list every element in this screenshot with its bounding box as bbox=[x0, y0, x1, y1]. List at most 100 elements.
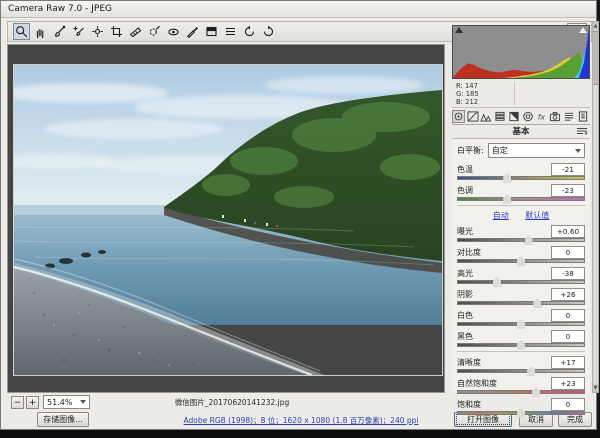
window-title: Camera Raw 7.0 - JPEG bbox=[8, 4, 112, 14]
zoom-level-select[interactable]: 51.4% bbox=[43, 395, 90, 409]
histogram[interactable] bbox=[452, 25, 590, 79]
white-balance-row: 白平衡: 自定 bbox=[457, 143, 585, 158]
tab-detail[interactable] bbox=[480, 110, 493, 123]
scroll-down-icon[interactable]: ▼ bbox=[593, 384, 598, 392]
slider-value-input[interactable]: -23 bbox=[551, 184, 585, 197]
g-value: 185 bbox=[466, 90, 479, 98]
spot-removal-tool-icon[interactable] bbox=[146, 23, 163, 40]
slider-track[interactable] bbox=[457, 390, 585, 394]
slider-label: 色调 bbox=[457, 185, 473, 196]
slider-track[interactable] bbox=[457, 322, 585, 326]
tab-basic[interactable] bbox=[452, 110, 465, 123]
panel-title: 基本 bbox=[512, 127, 529, 137]
window-titlebar[interactable]: Camera Raw 7.0 - JPEG bbox=[1, 1, 596, 18]
panel-tabs: fx bbox=[452, 109, 590, 125]
preview-area[interactable] bbox=[7, 44, 445, 393]
zoom-in-button[interactable]: + bbox=[26, 396, 39, 409]
slider-value-input[interactable]: 0 bbox=[551, 398, 585, 411]
tab-hsl-grayscale[interactable] bbox=[494, 110, 507, 123]
adjustment-brush-tool-icon[interactable] bbox=[184, 23, 201, 40]
white-balance-tool-icon[interactable] bbox=[51, 23, 68, 40]
straighten-tool-icon[interactable] bbox=[127, 23, 144, 40]
graduated-filter-tool-icon[interactable] bbox=[203, 23, 220, 40]
right-panel: R: 147 G: 185 B: 212 bbox=[450, 21, 591, 393]
slider-track[interactable] bbox=[457, 369, 585, 373]
scrollbar-thumb[interactable] bbox=[593, 31, 598, 85]
tab-camera-calibration[interactable] bbox=[549, 110, 562, 123]
tab-presets[interactable] bbox=[563, 110, 576, 123]
chevron-down-icon bbox=[575, 149, 581, 153]
r-label: R: bbox=[456, 82, 463, 90]
crop-tool-icon[interactable] bbox=[108, 23, 125, 40]
slider-value-input[interactable]: +0.60 bbox=[551, 225, 585, 238]
slider-whites: 白色0 bbox=[457, 309, 585, 326]
slider-blacks: 黑色 0 bbox=[457, 330, 585, 347]
svg-text:fx: fx bbox=[537, 112, 545, 121]
rotate-left-icon[interactable] bbox=[241, 23, 258, 40]
filename-label: 微信图片_20170620141232.jpg bbox=[97, 397, 367, 408]
slider-label: 清晰度 bbox=[457, 357, 481, 368]
tab-snapshots[interactable] bbox=[576, 110, 589, 123]
camera-raw-window: Camera Raw 7.0 - JPEG bbox=[0, 0, 597, 430]
slider-label: 色温 bbox=[457, 164, 473, 175]
slider-value-input[interactable]: -38 bbox=[551, 267, 585, 280]
slider-vibrance: 自然饱和度 +23 bbox=[457, 377, 585, 394]
zoom-out-button[interactable]: − bbox=[11, 396, 24, 409]
default-link[interactable]: 默认值 bbox=[525, 211, 549, 220]
slider-exposure: 曝光 +0.60 bbox=[457, 225, 585, 242]
slider-clarity: 清晰度 +17 bbox=[457, 356, 585, 373]
rotate-right-icon[interactable] bbox=[260, 23, 277, 40]
scroll-up-icon[interactable]: ▲ bbox=[593, 22, 598, 30]
color-sampler-tool-icon[interactable] bbox=[70, 23, 87, 40]
slider-track[interactable] bbox=[457, 259, 585, 263]
slider-shadows: 阴影+26 bbox=[457, 288, 585, 305]
rgb-readout: R: 147 G: 185 B: 212 bbox=[452, 81, 590, 108]
targeted-adjustment-tool-icon[interactable] bbox=[89, 23, 106, 40]
slider-track[interactable] bbox=[457, 411, 585, 415]
tab-tone-curve[interactable] bbox=[466, 110, 479, 123]
auto-link[interactable]: 自动 bbox=[493, 211, 509, 220]
slider-label: 自然饱和度 bbox=[457, 378, 497, 389]
photo-canvas[interactable] bbox=[13, 64, 443, 376]
zoom-tool-icon[interactable] bbox=[13, 23, 30, 40]
b-label: B: bbox=[456, 98, 463, 106]
slider-track[interactable] bbox=[457, 176, 585, 180]
basic-panel: 白平衡: 自定 色温 -21 色调 -23 自动 默认值 bbox=[452, 139, 590, 393]
tab-lens-corrections[interactable] bbox=[521, 110, 534, 123]
divider bbox=[514, 82, 515, 105]
slider-value-input[interactable]: 0 bbox=[551, 246, 585, 259]
chevron-down-icon bbox=[80, 400, 86, 404]
slider-track[interactable] bbox=[457, 280, 585, 284]
slider-value-input[interactable]: 0 bbox=[551, 330, 585, 343]
slider-track[interactable] bbox=[457, 343, 585, 347]
slider-contrast: 对比度0 bbox=[457, 246, 585, 263]
slider-label: 高光 bbox=[457, 268, 473, 279]
slider-value-input[interactable]: +26 bbox=[551, 288, 585, 301]
slider-value-input[interactable]: 0 bbox=[551, 309, 585, 322]
slider-value-input[interactable]: -21 bbox=[551, 163, 585, 176]
red-eye-tool-icon[interactable] bbox=[165, 23, 182, 40]
panel-menu-icon[interactable] bbox=[576, 127, 588, 136]
preferences-icon[interactable] bbox=[222, 23, 239, 40]
hand-tool-icon[interactable] bbox=[32, 23, 49, 40]
tab-split-toning[interactable] bbox=[508, 110, 521, 123]
slider-track[interactable] bbox=[457, 301, 585, 305]
tab-effects[interactable]: fx bbox=[535, 110, 548, 123]
panel-scrollbar[interactable]: ▲ ▼ bbox=[592, 21, 599, 393]
slider-track[interactable] bbox=[457, 197, 585, 201]
slider-label: 曝光 bbox=[457, 226, 473, 237]
workflow-options-link[interactable]: Adobe RGB (1998)；8 位；1620 x 1080 (1.8 百万… bbox=[111, 415, 491, 426]
slider-label: 黑色 bbox=[457, 331, 473, 342]
white-balance-select[interactable]: 自定 bbox=[488, 143, 585, 158]
slider-saturation: 饱和度0 bbox=[457, 398, 585, 415]
save-image-button[interactable]: 存储图像... bbox=[37, 412, 89, 427]
highlight-clipping-icon[interactable] bbox=[579, 27, 587, 33]
shadow-clipping-icon[interactable] bbox=[455, 27, 463, 33]
screenshot-stage: Camera Raw 7.0 - JPEG bbox=[0, 0, 600, 438]
slider-value-input[interactable]: +23 bbox=[551, 377, 585, 390]
panel-header: 基本 bbox=[452, 125, 590, 139]
slider-track[interactable] bbox=[457, 238, 585, 242]
slider-tint: 色调 -23 bbox=[457, 184, 585, 201]
slider-value-input[interactable]: +17 bbox=[551, 356, 585, 369]
white-balance-value: 自定 bbox=[492, 145, 508, 156]
